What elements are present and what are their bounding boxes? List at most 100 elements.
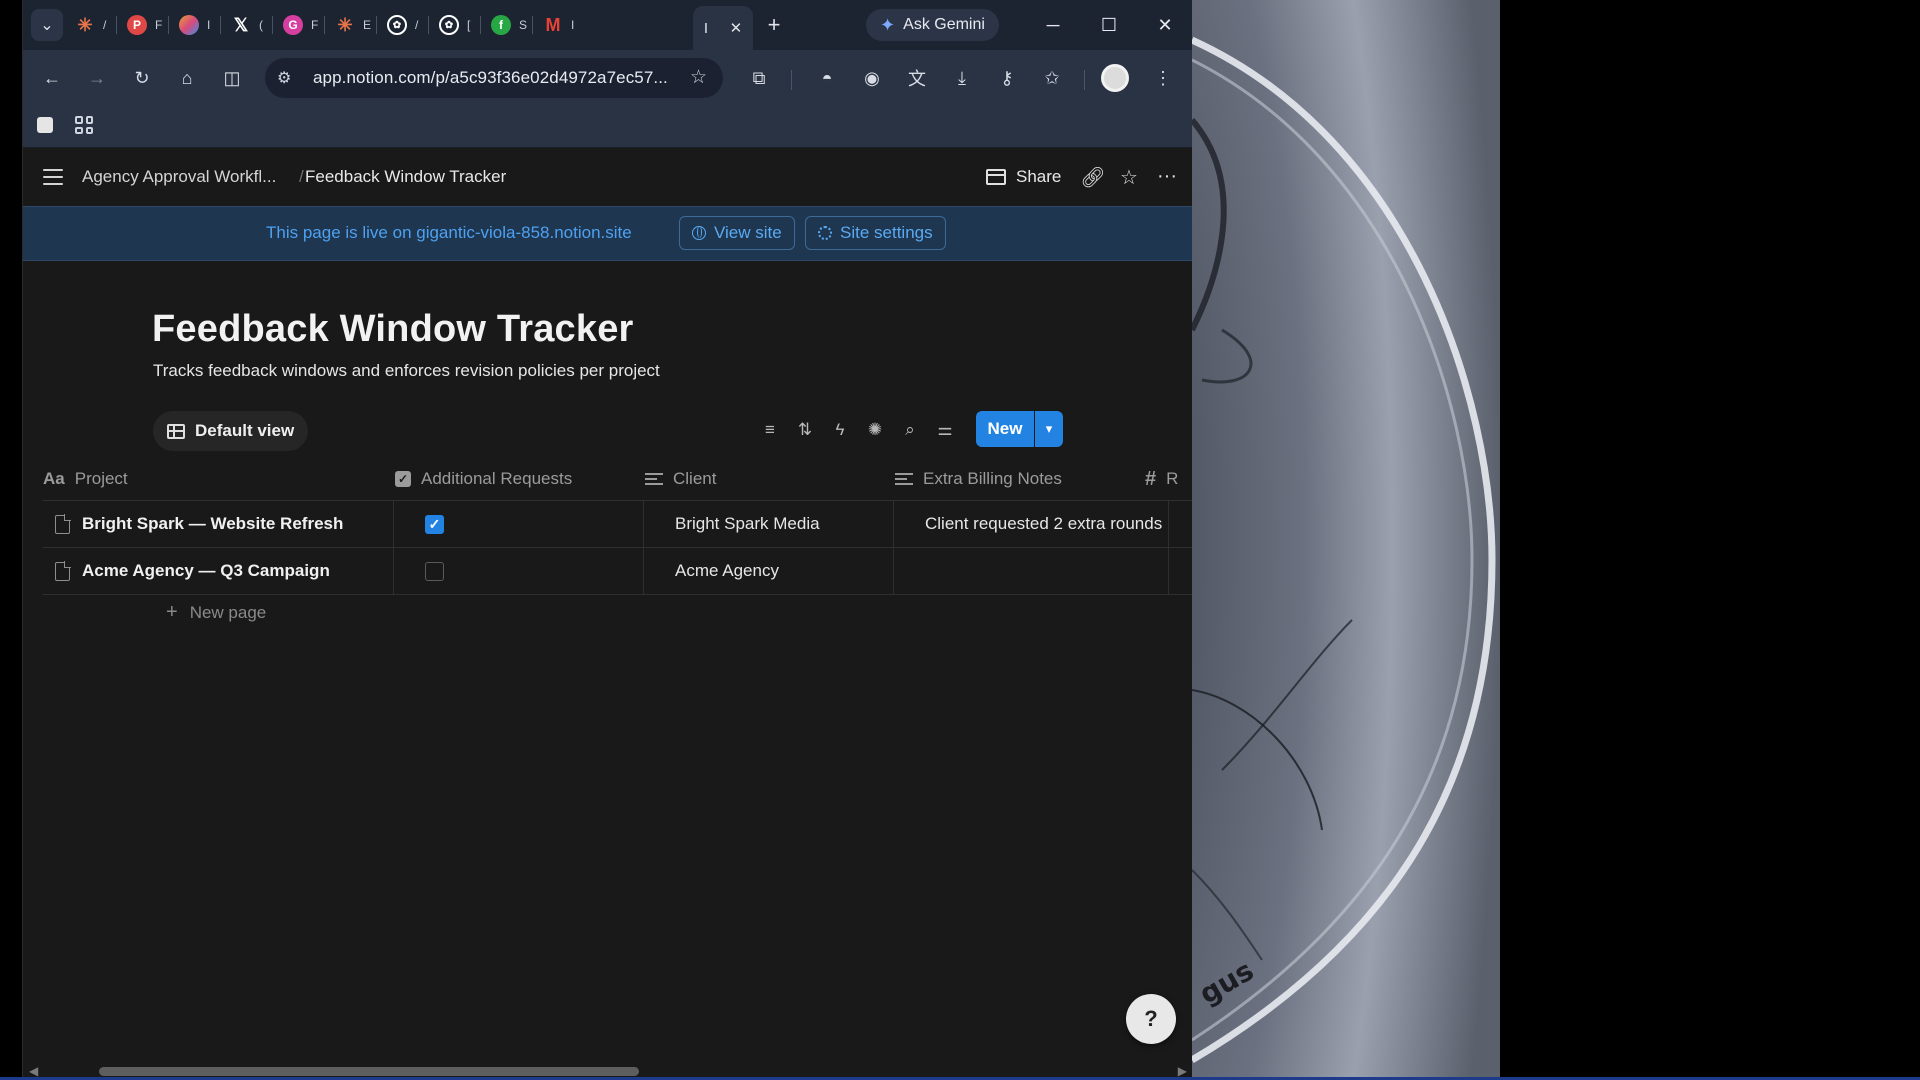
puzzle-icon: ⧉ [752,67,766,88]
key-icon: ⚷ [1000,67,1014,88]
link-icon[interactable]: 🔗︎ [1080,165,1106,190]
tab-search-button[interactable]: ⌄ [31,9,63,41]
extensions-button[interactable]: ⧉ [744,63,774,93]
additional-requests-cell[interactable]: ✓ [425,501,444,547]
notion-topbar: Agency Approval Workfl... / Feedback Win… [23,149,1192,205]
view-site-button[interactable]: View site [679,216,795,250]
incognito-button[interactable]: ◓ [812,63,842,93]
gmail-favicon-icon: M [545,14,561,35]
ask-gemini-button[interactable]: ✦ Ask Gemini [866,9,999,41]
favorites-button[interactable]: ✩ [1037,63,1067,93]
tab-3[interactable]: I [171,8,210,42]
tab-10[interactable]: M I [535,8,575,42]
text-lines-icon [645,473,663,485]
text-property-icon: Aa [43,469,65,488]
client-cell[interactable]: Bright Spark Media [675,501,885,547]
checkbox-checked[interactable]: ✓ [425,514,444,534]
site-info-icon[interactable]: ⚙ [277,68,297,88]
sort-icon[interactable]: ⇅ [791,416,819,444]
database-table: Aa Project ✓ Additional Requests Client … [43,457,1192,595]
tab-6[interactable]: ✳ E [327,8,371,42]
notes-cell[interactable] [925,548,1168,594]
table-row[interactable]: Bright Spark — Website Refresh ✓ Bright … [43,501,1192,548]
tab-1[interactable]: ✳ / [67,8,106,42]
column-header-client[interactable]: Client [645,457,716,501]
project-cell[interactable]: Acme Agency — Q3 Campaign [55,548,383,594]
sidebar-menu-icon[interactable] [43,169,63,185]
minimize-button[interactable]: ─ [1033,10,1073,40]
apps-grid-icon[interactable] [75,116,93,134]
view-tab-default[interactable]: Default view [153,411,309,451]
client-cell[interactable]: Acme Agency [675,548,885,594]
page-title[interactable]: Feedback Window Tracker [152,308,634,351]
screenshot-button[interactable]: ◉ [857,63,887,93]
filter-icon[interactable]: ≡ [756,416,784,444]
profile-avatar[interactable] [1101,64,1129,92]
split-view-button[interactable]: ◫ [217,63,247,93]
column-header-number[interactable]: # R [1145,457,1178,501]
scroll-right-icon[interactable]: ▶ [1178,1064,1187,1078]
more-options-icon[interactable]: ··· [1154,165,1180,188]
tab-5[interactable]: G F [275,8,318,42]
downloads-button[interactable]: ⤓ [947,63,977,93]
checkbox-unchecked[interactable] [425,561,444,581]
browser-menu-button[interactable]: ⋮ [1148,63,1178,93]
notes-cell[interactable]: Client requested 2 extra rounds [925,501,1168,547]
tab-7[interactable]: ✿ / [379,8,418,42]
tab-strip: ⌄ ✳ / P F I 𝕏 ( G F ✳ E ✿ / ✿ [f S M I … [23,0,1192,50]
gear-icon [818,226,832,240]
reload-button[interactable]: ↻ [127,63,157,93]
scroll-left-icon[interactable]: ◀ [29,1064,38,1078]
page-description[interactable]: Tracks feedback windows and enforces rev… [153,361,660,381]
tab-4[interactable]: 𝕏 ( [223,8,263,42]
view-settings-icon[interactable]: ⚌ [931,416,959,444]
translate-button[interactable]: 文 [902,63,932,93]
home-button[interactable]: ⌂ [172,63,202,93]
tab-8[interactable]: ✿ [ [431,8,470,42]
column-header-project[interactable]: Aa Project [43,457,128,501]
notion-page: Agency Approval Workfl... / Feedback Win… [23,149,1192,1080]
published-site-link[interactable]: This page is live on gigantic-viola-858.… [266,223,632,243]
arrow-left-icon: ← [43,67,61,88]
new-page-button[interactable]: + New page [166,601,266,624]
book-open-icon: ◫ [223,67,241,88]
tab-2[interactable]: P F [119,8,162,42]
passwords-button[interactable]: ⚷ [992,63,1022,93]
additional-requests-cell[interactable] [425,548,444,594]
text-lines-icon [895,473,913,485]
share-button[interactable]: Share [986,165,1061,189]
page-icon [55,513,71,534]
favorite-star-icon[interactable]: ☆ [1116,165,1142,190]
url-text[interactable]: app.notion.com/p/a5c93f36e02d4972a7ec57.… [313,68,668,88]
bookmark-square-icon[interactable] [37,117,53,133]
project-cell[interactable]: Bright Spark — Website Refresh [55,501,383,547]
address-bar[interactable]: ⚙ app.notion.com/p/a5c93f36e02d4972a7ec5… [265,58,723,98]
breadcrumb-parent[interactable]: Agency Approval Workfl... [82,167,276,187]
table-row[interactable]: Acme Agency — Q3 Campaign Acme Agency [43,548,1192,595]
tab-active[interactable]: I ✕ [693,6,753,50]
new-tab-button[interactable]: + [761,12,787,38]
column-header-extra-billing-notes[interactable]: Extra Billing Notes [895,457,1062,501]
forward-button[interactable]: → [82,63,112,93]
table-header: Aa Project ✓ Additional Requests Client … [43,457,1192,501]
site-settings-button[interactable]: Site settings [805,216,946,250]
home-icon: ⌂ [181,67,193,88]
plus-icon: + [166,601,178,623]
back-button[interactable]: ← [37,63,67,93]
notion-ai-help-button[interactable]: ? [1126,994,1176,1044]
automation-bolt-icon[interactable]: ϟ [826,416,854,444]
star-list-icon: ✩ [1044,67,1060,88]
new-dropdown-chevron-icon[interactable]: ▾ [1035,411,1063,447]
bookmark-star-icon[interactable]: ☆ [690,66,707,89]
ai-sparkle-icon[interactable]: ✺ [861,416,889,444]
scrollbar-thumb[interactable] [99,1067,639,1076]
screen: ⌄ ✳ / P F I 𝕏 ( G F ✳ E ✿ / ✿ [f S M I … [0,0,1920,1080]
close-window-button[interactable]: ✕ [1145,10,1185,40]
tab-9[interactable]: f S [483,8,527,42]
column-header-additional-requests[interactable]: ✓ Additional Requests [395,457,572,501]
maximize-button[interactable]: ☐ [1089,10,1129,40]
new-record-button[interactable]: New [976,411,1034,447]
close-tab-icon[interactable]: ✕ [730,19,743,37]
breadcrumb-current[interactable]: Feedback Window Tracker [305,167,506,187]
search-icon[interactable]: ⌕ [896,416,924,444]
